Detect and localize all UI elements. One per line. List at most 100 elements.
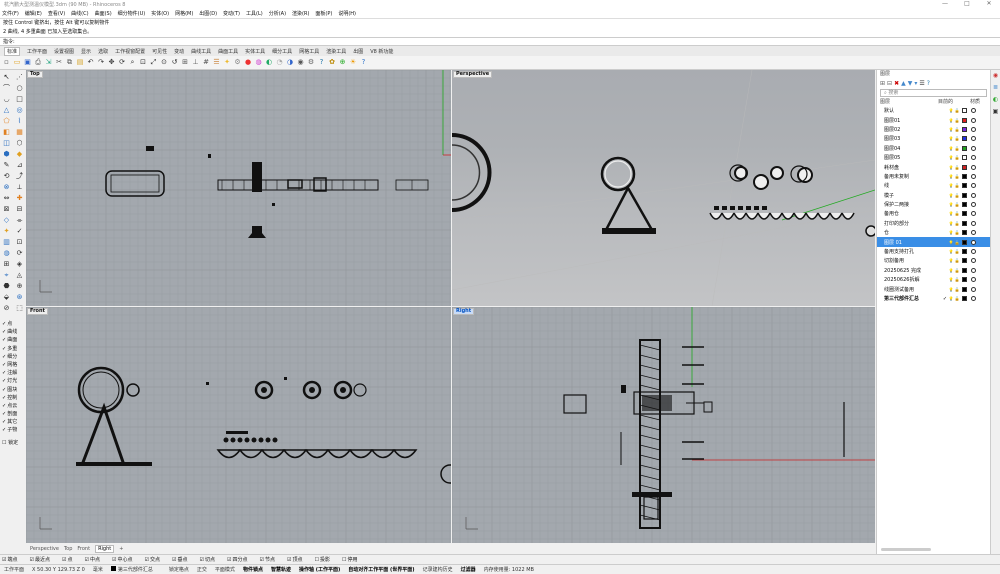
layer-row[interactable]: 耗材盘 💡 🔓: [877, 162, 990, 171]
tool-icon[interactable]: ◫: [1, 139, 12, 148]
tool-icon[interactable]: ⟲: [1, 172, 12, 181]
move-down-icon[interactable]: ▼: [908, 80, 913, 87]
toolbar-tab[interactable]: 可见性: [152, 48, 167, 55]
col-current[interactable]: 目前的: [938, 98, 970, 106]
toolbar-tab[interactable]: 网格工具: [299, 48, 319, 55]
osnap-item[interactable]: ☑最近点: [30, 556, 57, 563]
material-circle-icon[interactable]: [971, 136, 976, 142]
lock-icon[interactable]: 🔓: [954, 202, 960, 207]
layer-row[interactable]: 默认 💡 🔓: [877, 106, 990, 115]
tool-icon[interactable]: ⌒: [1, 84, 12, 93]
tool-icon[interactable]: □: [14, 95, 25, 104]
layer-color-swatch[interactable]: [962, 145, 967, 151]
lock-icon[interactable]: 🔓: [954, 277, 960, 282]
lock-icon[interactable]: 🔓: [954, 240, 960, 245]
selection-filter-item[interactable]: ✓细分: [0, 353, 26, 361]
layer-color-swatch[interactable]: [962, 192, 967, 198]
layer-color-swatch[interactable]: [962, 296, 967, 301]
lock-icon[interactable]: 🔓: [954, 296, 960, 301]
tool-icon[interactable]: ◧: [1, 128, 12, 137]
properties-icon[interactable]: ⚙: [233, 58, 242, 67]
material-circle-icon[interactable]: [971, 239, 976, 245]
layer-color-swatch[interactable]: [962, 211, 967, 217]
material-circle-icon[interactable]: [971, 286, 976, 292]
grid-icon[interactable]: #: [202, 58, 211, 67]
help-icon[interactable]: ?: [317, 58, 326, 67]
object-snap-icon[interactable]: ⊕: [338, 58, 347, 67]
zoom-extents-icon[interactable]: ⤢: [149, 58, 158, 67]
osnap-item[interactable]: ☑切点: [200, 556, 222, 563]
lock-icon[interactable]: 🔓: [954, 268, 960, 273]
layer-row[interactable]: 图层05 💡 🔓: [877, 153, 990, 162]
display-mode-icon[interactable]: ◐: [265, 58, 274, 67]
tool-icon[interactable]: ◍: [1, 249, 12, 258]
layer-color-swatch[interactable]: [962, 108, 967, 114]
layer-row[interactable]: 仓 💡 🔓: [877, 228, 990, 237]
paste-icon[interactable]: ▤: [76, 58, 85, 67]
save-icon[interactable]: ▣: [23, 58, 32, 67]
material-circle-icon[interactable]: [971, 277, 976, 283]
tool-icon[interactable]: ✦: [1, 227, 12, 236]
layer-row[interactable]: 备用未复制 💡 🔓: [877, 172, 990, 181]
osnap-item[interactable]: ☑端点: [2, 556, 24, 563]
tool-icon[interactable]: ◬: [14, 271, 25, 280]
status-cplane[interactable]: 工作平面: [4, 566, 24, 573]
layer-row[interactable]: 备用仓 💡 🔓: [877, 209, 990, 218]
status-toggle[interactable]: 过滤器: [461, 566, 476, 573]
zoom-selected-icon[interactable]: ⊙: [160, 58, 169, 67]
tool-icon[interactable]: ✓: [14, 227, 25, 236]
tool-icon[interactable]: ◈: [14, 260, 25, 269]
minimize-button[interactable]: —: [934, 0, 956, 7]
open-icon[interactable]: ▭: [13, 58, 22, 67]
tool-icon[interactable]: ◎: [14, 106, 25, 115]
tool-icon[interactable]: ⇔: [1, 194, 12, 203]
tool-icon[interactable]: ⬣: [1, 282, 12, 291]
toolbar-tab[interactable]: 标准: [4, 46, 21, 56]
layer-color-swatch[interactable]: [962, 286, 967, 292]
layer-row[interactable]: 保护二两接 💡 🔓: [877, 200, 990, 209]
layer-color-swatch[interactable]: [962, 117, 967, 123]
lock-icon[interactable]: 🔓: [954, 136, 960, 141]
cut-icon[interactable]: ✂: [55, 58, 64, 67]
help-bubble-icon[interactable]: ?: [359, 58, 368, 67]
properties-icon[interactable]: ◉: [991, 70, 1000, 82]
command-prompt[interactable]: 指令:: [0, 37, 1000, 46]
layer-color-swatch[interactable]: [962, 183, 967, 189]
add-viewport-icon[interactable]: +: [119, 546, 123, 552]
delete-layer-icon[interactable]: ✖: [894, 80, 899, 87]
selection-filter-item[interactable]: ✓子物: [0, 426, 26, 434]
cplane-icon[interactable]: ⊥: [191, 58, 200, 67]
ghosted-icon[interactable]: ◔: [275, 58, 284, 67]
viewport-right[interactable]: Right: [452, 307, 875, 543]
tool-icon[interactable]: ▥: [1, 238, 12, 247]
viewport-label-right[interactable]: Right: [453, 308, 475, 315]
material-circle-icon[interactable]: [971, 296, 976, 301]
undo-icon[interactable]: ↶: [86, 58, 95, 67]
menu-item[interactable]: 细分物件(U): [118, 10, 146, 17]
status-toggle[interactable]: 自动对齐工作平面 (世界平面): [348, 566, 414, 573]
lock-icon[interactable]: 🔓: [954, 258, 960, 263]
status-toggle[interactable]: 正交: [197, 566, 207, 573]
tool-icon[interactable]: ⬙: [1, 293, 12, 302]
menu-item[interactable]: 出图(D): [199, 10, 217, 17]
material-circle-icon[interactable]: [971, 173, 976, 179]
col-material[interactable]: 材质: [970, 98, 980, 106]
print-icon[interactable]: ⎙: [34, 58, 43, 67]
tool-icon[interactable]: ⊠: [1, 205, 12, 214]
layer-color-swatch[interactable]: [962, 155, 967, 161]
layer-color-swatch[interactable]: [962, 202, 967, 208]
layer-color-swatch[interactable]: [962, 136, 967, 142]
osnap-item[interactable]: ☑垂点: [172, 556, 194, 563]
menu-item[interactable]: 渲染(R): [292, 10, 309, 17]
help-icon[interactable]: ?: [927, 80, 930, 87]
selection-filter-item[interactable]: ✓剖面: [0, 410, 26, 418]
osnap-item[interactable]: ☑顶点: [287, 556, 309, 563]
sun-icon[interactable]: ☀: [349, 58, 358, 67]
osnap-item[interactable]: ☑四分点: [227, 556, 254, 563]
layer-row[interactable]: 图层 01 💡 🔓: [877, 237, 990, 247]
toolbar-tab[interactable]: 选取: [98, 48, 108, 55]
selection-filter-item[interactable]: ✓曲面: [0, 336, 26, 344]
lock-icon[interactable]: 🔓: [954, 118, 960, 123]
layer-row[interactable]: 图层03 💡 🔓: [877, 134, 990, 143]
lock-icon[interactable]: 🔓: [954, 165, 960, 170]
